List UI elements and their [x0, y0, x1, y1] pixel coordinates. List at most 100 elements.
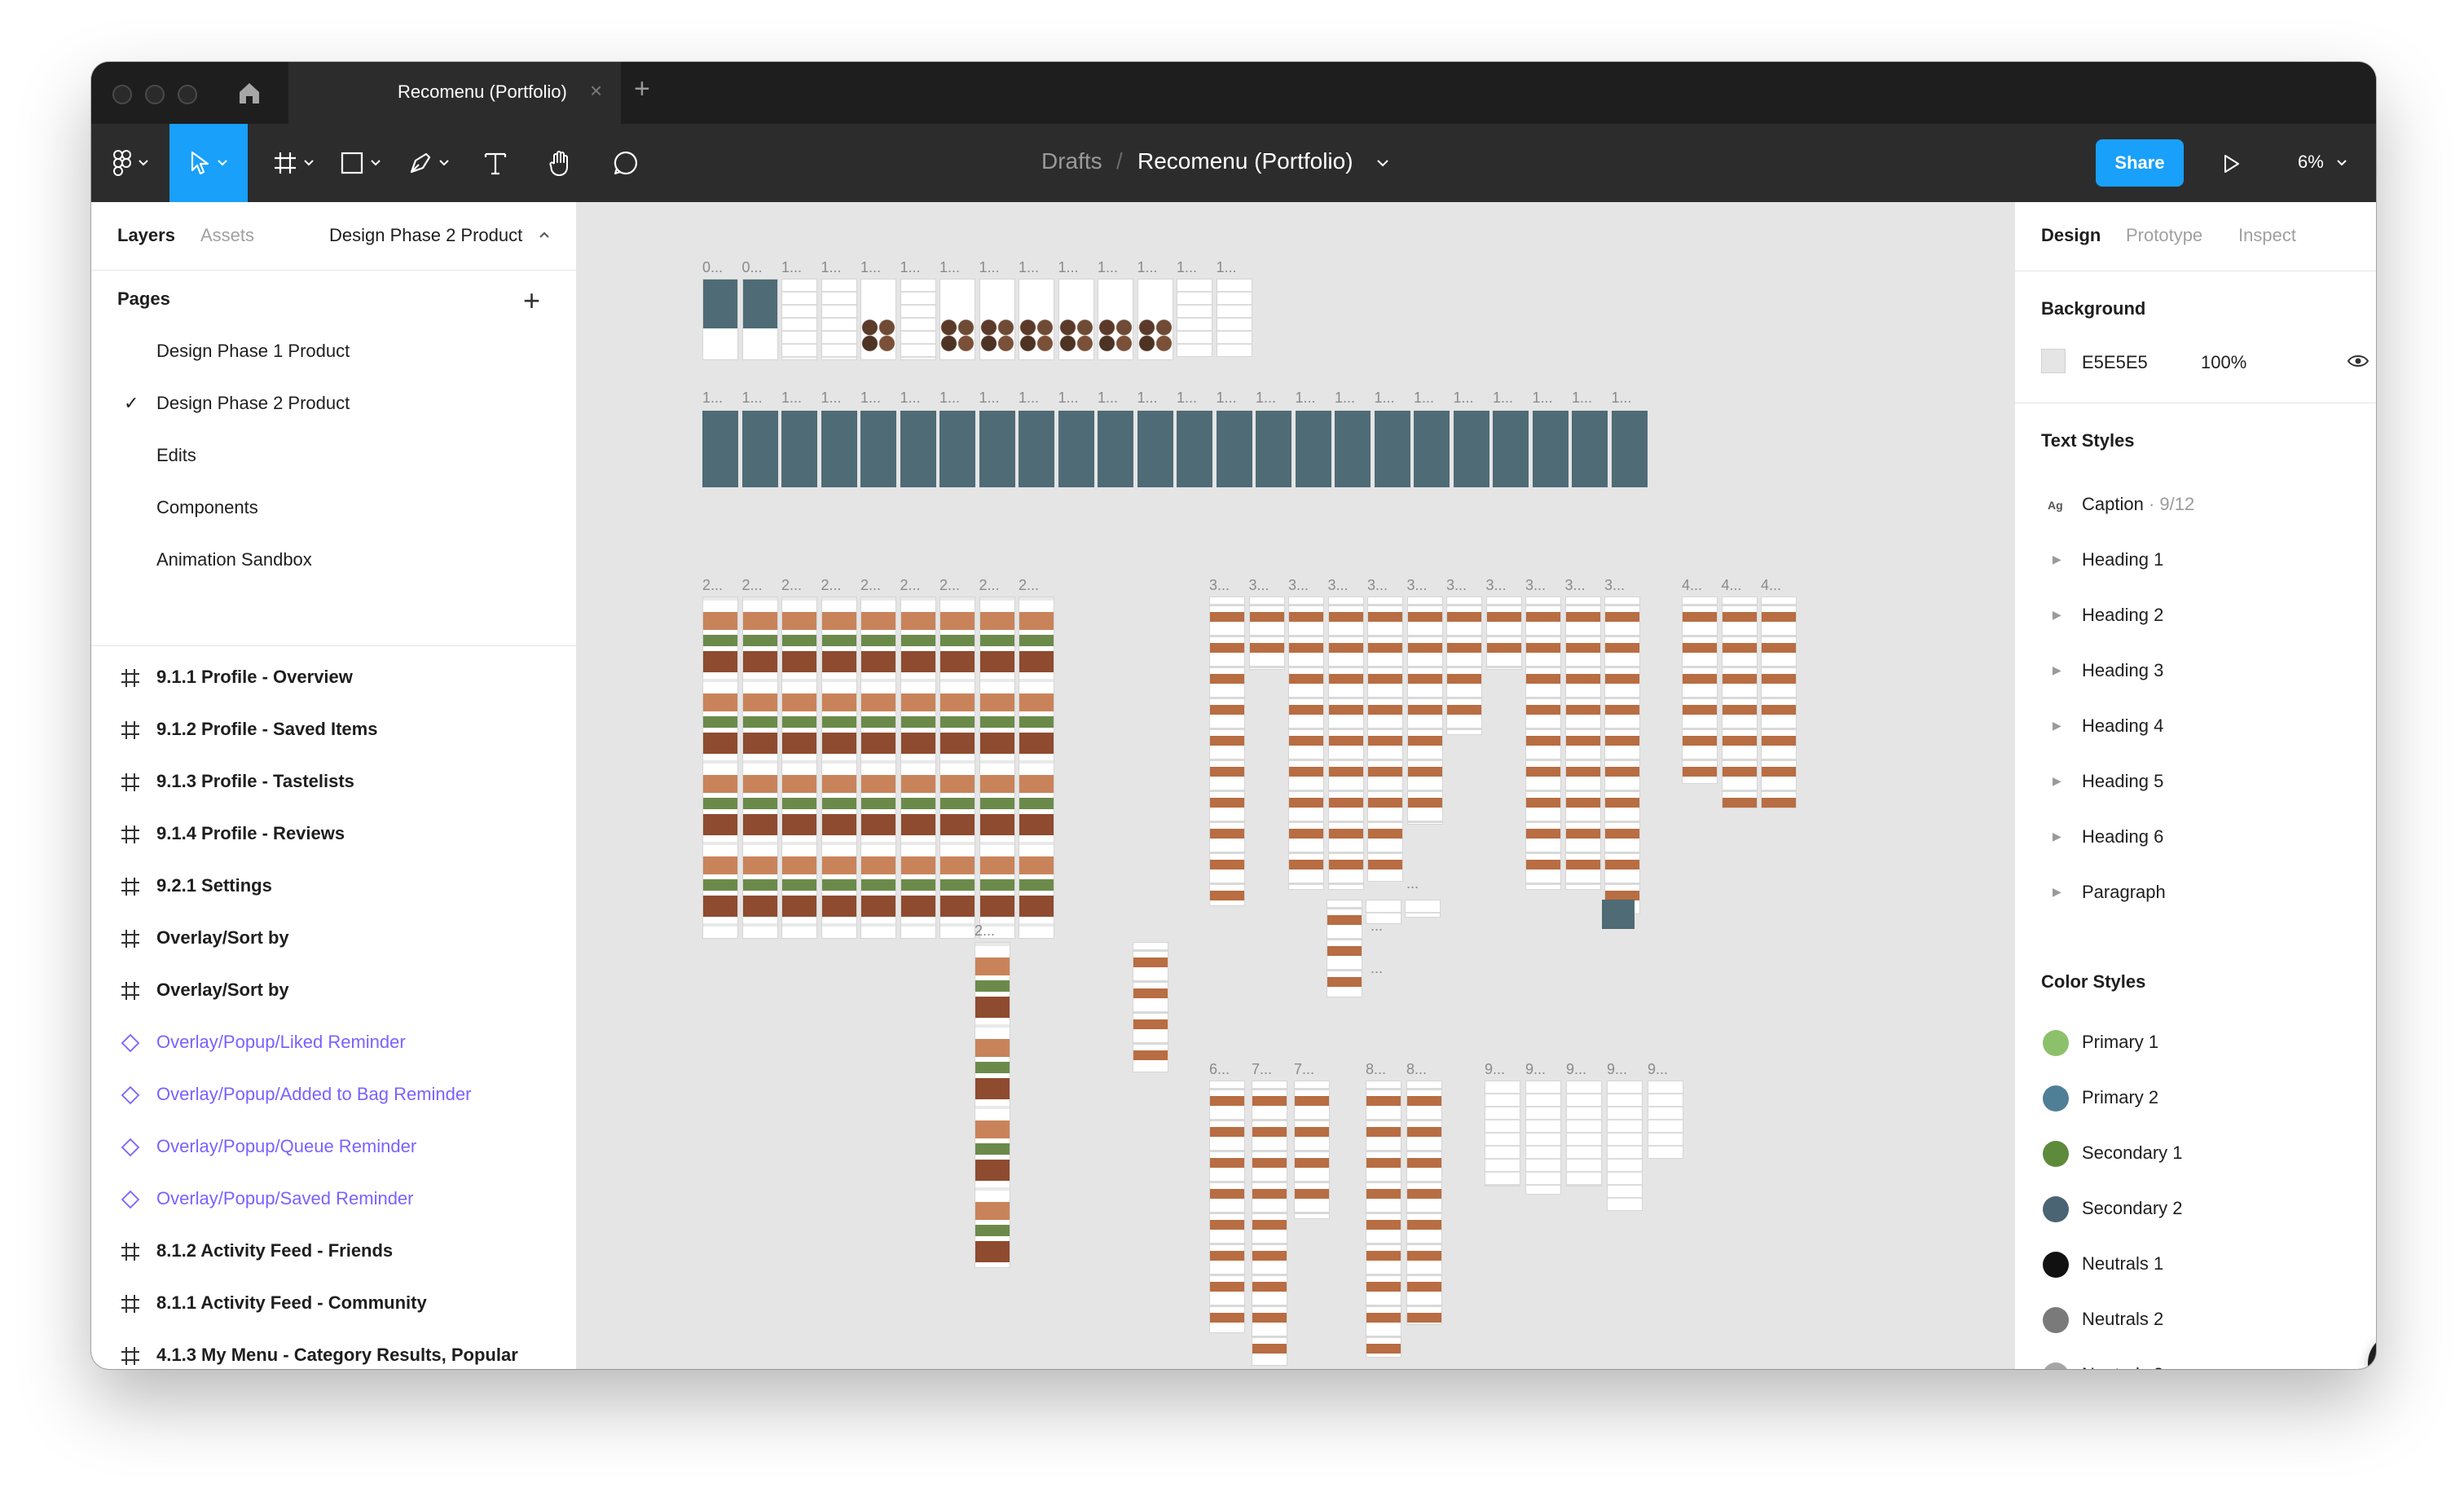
tab-assets[interactable]: Assets — [200, 225, 254, 246]
frame-thumbnail[interactable] — [1572, 411, 1608, 487]
frame-label[interactable]: 1... — [1177, 390, 1197, 407]
frame-label[interactable]: 1... — [1019, 259, 1039, 276]
frame-label[interactable]: 1... — [1375, 390, 1395, 407]
layer-row[interactable]: Overlay/Popup/Saved Reminder — [91, 1173, 576, 1226]
layer-row[interactable]: 9.1.2 Profile - Saved Items — [91, 704, 576, 756]
frame-label[interactable]: 9... — [1607, 1061, 1627, 1078]
frame-thumbnail[interactable] — [979, 279, 1015, 360]
breadcrumb-drafts[interactable]: Drafts — [1041, 148, 1102, 174]
frame-label[interactable]: 3... — [1367, 577, 1388, 594]
frame-label[interactable]: 3... — [1525, 577, 1546, 594]
frame-label[interactable]: 1... — [1217, 390, 1237, 407]
new-tab-icon[interactable]: + — [634, 73, 650, 105]
frame-thumbnail[interactable] — [860, 597, 896, 939]
layer-row[interactable]: 8.1.1 Activity Feed - Community — [91, 1278, 576, 1330]
frame-label[interactable]: 1... — [900, 259, 921, 276]
present-play-icon[interactable] — [2223, 153, 2241, 174]
frame-thumbnail[interactable] — [1406, 1081, 1442, 1325]
pen-tool-button[interactable] — [396, 124, 461, 202]
frame-label[interactable]: 1... — [1533, 390, 1553, 407]
frame-thumbnail[interactable] — [939, 279, 975, 360]
chevron-down-icon[interactable] — [2337, 160, 2347, 166]
color-style-row[interactable]: Primary 1 — [2015, 1019, 2376, 1068]
frame-thumbnail[interactable] — [1648, 1081, 1683, 1159]
close-window-button[interactable] — [112, 85, 132, 104]
frame-label[interactable]: 9... — [1648, 1061, 1668, 1078]
file-tab[interactable]: Recomenu (Portfolio) × — [288, 62, 621, 124]
zoom-level[interactable]: 6% — [2298, 152, 2324, 173]
layer-row[interactable]: Overlay/Sort by — [91, 965, 576, 1017]
hand-tool-button[interactable] — [528, 124, 593, 202]
frame-label[interactable]: 1... — [1058, 390, 1079, 407]
frame-thumbnail[interactable] — [1485, 597, 1522, 670]
chevron-down-icon[interactable] — [1377, 160, 1388, 167]
frame-thumbnail[interactable] — [1209, 1081, 1245, 1333]
frame-label[interactable]: 2... — [1019, 577, 1039, 594]
frame-label[interactable]: 2... — [860, 577, 881, 594]
layer-row[interactable]: 9.1.4 Profile - Reviews — [91, 808, 576, 861]
frame-label[interactable]: 1... — [1296, 390, 1316, 407]
frame-label[interactable]: 1... — [702, 390, 723, 407]
page-item[interactable]: Design Phase 2 Product — [156, 393, 350, 414]
frame-label[interactable]: 4... — [1761, 577, 1781, 594]
layer-row[interactable]: 9.2.1 Settings — [91, 861, 576, 913]
chevron-right-icon[interactable]: ▶ — [2053, 830, 2061, 843]
text-style-row[interactable]: ▶ Paragraph — [2015, 870, 2376, 919]
frame-label[interactable]: 1... — [979, 390, 1000, 407]
frame-thumbnail[interactable] — [781, 597, 817, 939]
frame-thumbnail[interactable] — [1216, 411, 1252, 487]
frame-thumbnail[interactable] — [1137, 279, 1173, 360]
frame-label[interactable]: 2... — [742, 577, 763, 594]
frame-thumbnail[interactable] — [939, 597, 975, 939]
frame-label[interactable]: 2... — [900, 577, 921, 594]
text-style-row[interactable]: ▶ Heading 5 — [2015, 759, 2376, 808]
frame-thumbnail[interactable] — [1019, 411, 1054, 487]
frame-thumbnail[interactable] — [1019, 597, 1054, 939]
frame-label[interactable]: 3... — [1209, 577, 1230, 594]
frame-thumbnail[interactable] — [1327, 597, 1364, 890]
frame-thumbnail[interactable] — [900, 597, 936, 939]
frame-thumbnail[interactable] — [1602, 900, 1635, 929]
minimize-window-button[interactable] — [145, 85, 165, 104]
color-style-row[interactable]: Neutrals 2 — [2015, 1296, 2376, 1345]
frame-thumbnail[interactable] — [1327, 900, 1362, 997]
frame-thumbnail[interactable] — [1177, 279, 1212, 357]
frame-thumbnail[interactable] — [821, 597, 857, 939]
frame-thumbnail[interactable] — [979, 411, 1015, 487]
frame-thumbnail[interactable] — [1133, 942, 1168, 1072]
frame-thumbnail[interactable] — [1252, 1081, 1287, 1366]
frame-thumbnail[interactable] — [975, 942, 1010, 1268]
frame-thumbnail[interactable] — [1137, 411, 1173, 487]
frame-thumbnail[interactable] — [1366, 1081, 1401, 1358]
page-item[interactable]: Components — [156, 497, 258, 518]
frame-thumbnail[interactable] — [1209, 597, 1245, 906]
text-tool-button[interactable] — [463, 124, 528, 202]
text-style-row[interactable]: ▶ Heading 2 — [2015, 593, 2376, 642]
chevron-right-icon[interactable]: ▶ — [2053, 774, 2061, 788]
frame-label[interactable]: 4... — [1682, 577, 1702, 594]
frame-thumbnail[interactable] — [1525, 1081, 1561, 1195]
frame-label[interactable]: 2... — [702, 577, 723, 594]
move-tool-button[interactable] — [169, 124, 248, 202]
frame-label[interactable]: 0... — [702, 259, 723, 276]
frame-thumbnail[interactable] — [1682, 597, 1718, 784]
frame-thumbnail[interactable] — [1525, 597, 1561, 890]
text-style-row[interactable]: ▶ Heading 6 — [2015, 815, 2376, 864]
frame-thumbnail[interactable] — [900, 279, 936, 360]
frame-thumbnail[interactable] — [781, 279, 817, 360]
layer-row[interactable]: Overlay/Popup/Queue Reminder — [91, 1121, 576, 1173]
frame-thumbnail[interactable] — [1256, 411, 1291, 487]
frame-label[interactable]: 1... — [1098, 390, 1118, 407]
layer-row[interactable]: Overlay/Sort by — [91, 913, 576, 965]
frame-label[interactable]: 1... — [1217, 259, 1237, 276]
frame-label[interactable]: 8... — [1406, 1061, 1427, 1078]
background-swatch[interactable] — [2041, 349, 2066, 373]
layer-row[interactable]: 9.1.1 Profile - Overview — [91, 652, 576, 704]
frame-thumbnail[interactable] — [702, 279, 738, 360]
frame-thumbnail[interactable] — [821, 411, 857, 487]
frame-thumbnail[interactable] — [979, 597, 1015, 939]
file-name[interactable]: Recomenu (Portfolio) — [1137, 148, 1353, 174]
frame-thumbnail[interactable] — [702, 411, 738, 487]
frame-label[interactable]: 9... — [1525, 1061, 1546, 1078]
frame-label[interactable]: 3... — [1565, 577, 1586, 594]
